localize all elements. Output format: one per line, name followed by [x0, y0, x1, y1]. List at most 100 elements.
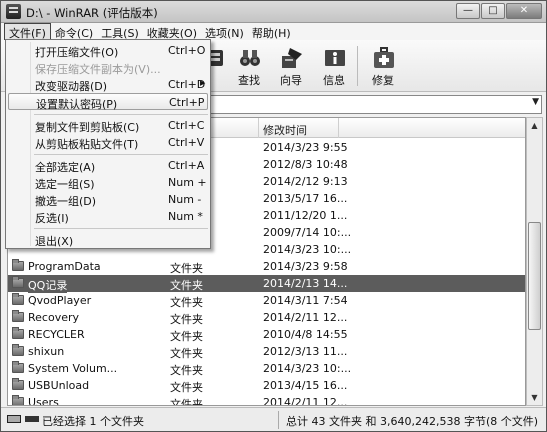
menu-item-select-group[interactable]: 选定一组(S) Num + [8, 174, 208, 191]
row-modified: 2014/3/23 9:58 [263, 260, 348, 273]
folder-icon [12, 344, 24, 356]
winrar-window: D:\ - WinRAR (评估版本) — □ ✕ 文件(F) 命令(C) 工具… [0, 0, 547, 432]
menu-item-open-archive[interactable]: 打开压缩文件(O) Ctrl+O [8, 42, 208, 59]
minimize-button[interactable]: — [456, 3, 480, 19]
table-row[interactable]: ProgramData 文件夹 2014/3/23 9:58 [8, 258, 525, 275]
table-row[interactable]: RECYCLER 文件夹 2010/4/8 14:55 [8, 326, 525, 343]
menu-commands[interactable]: 命令(C) [51, 23, 97, 40]
column-divider[interactable] [258, 118, 259, 138]
table-row[interactable]: QQ记录 文件夹 2014/2/13 14... [8, 275, 525, 293]
row-modified: 2014/2/11 12... [263, 311, 348, 324]
menu-options[interactable]: 选项(N) [201, 23, 248, 40]
toolbar-find-label: 查找 [238, 74, 260, 87]
row-type: 文件夹 [170, 296, 203, 309]
row-name: Recovery [28, 311, 80, 324]
folder-icon [12, 310, 24, 322]
toolbar-find-button[interactable]: 查找 [227, 40, 271, 92]
row-type: 文件夹 [170, 279, 203, 292]
key-icon[interactable] [25, 416, 39, 422]
row-type: 文件夹 [170, 262, 203, 275]
toolbar-wizard-label: 向导 [280, 74, 302, 87]
row-modified: 2009/7/14 10:... [263, 226, 352, 239]
menu-item-label: 改变驱动器(D) [35, 80, 108, 93]
row-name: RECYCLER [28, 328, 85, 341]
table-row[interactable]: shixun 文件夹 2012/3/13 11... [8, 343, 525, 360]
menu-item-label: 保存压缩文件副本为(V)... [35, 63, 161, 76]
table-row[interactable]: QvodPlayer 文件夹 2014/3/11 7:54 [8, 292, 525, 309]
menu-bar: 文件(F) 命令(C) 工具(S) 收藏夹(O) 选项(N) 帮助(H) [1, 23, 546, 40]
row-modified: 2010/4/8 14:55 [263, 328, 348, 341]
folder-icon [12, 276, 24, 288]
folder-icon [12, 361, 24, 373]
menu-item-label: 撤选一组(D) [35, 195, 97, 208]
row-modified: 2014/2/12 9:13 [263, 175, 348, 188]
table-row[interactable]: Users 文件夹 2014/2/11 12... [8, 394, 525, 405]
repair-kit-icon [374, 47, 394, 68]
menu-item-label: 设置默认密码(P) [36, 98, 118, 111]
row-name: shixun [28, 345, 65, 358]
chevron-down-icon[interactable]: ▼ [532, 97, 539, 107]
folder-icon [12, 378, 24, 390]
row-modified: 2013/4/15 16... [263, 379, 348, 392]
find-binoculars-icon [240, 50, 260, 66]
menu-favorites[interactable]: 收藏夹(O) [143, 23, 201, 40]
menu-item-shortcut: Num * [168, 210, 203, 223]
menu-help[interactable]: 帮助(H) [248, 23, 295, 40]
menu-item-invert-selection[interactable]: 反选(I) Num * [8, 208, 208, 225]
table-row[interactable]: USBUnload 文件夹 2013/4/15 16... [8, 377, 525, 394]
file-menu-dropdown: 打开压缩文件(O) Ctrl+O 保存压缩文件副本为(V)... 改变驱动器(D… [5, 39, 211, 249]
window-title: D:\ - WinRAR (评估版本) [26, 6, 158, 20]
row-modified: 2013/5/17 16... [263, 192, 348, 205]
submenu-arrow-icon: ▶ [200, 79, 206, 87]
menu-item-label: 选定一组(S) [35, 178, 95, 191]
menu-item-copy-to-clipboard[interactable]: 复制文件到剪贴板(C) Ctrl+C [8, 117, 208, 134]
menu-item-shortcut: Ctrl+V [168, 136, 205, 149]
vertical-scrollbar[interactable]: ▲ ▼ [526, 117, 543, 406]
menu-item-change-drive[interactable]: 改变驱动器(D) Ctrl+D ▶ [8, 76, 208, 93]
folder-icon [12, 395, 24, 405]
menu-item-label: 反选(I) [35, 212, 69, 225]
toolbar-repair-button[interactable]: 修复 [361, 40, 405, 92]
scroll-up-icon[interactable]: ▲ [527, 118, 542, 133]
toolbar-wizard-button[interactable]: 向导 [269, 40, 313, 92]
menu-item-exit[interactable]: 退出(X) [8, 231, 208, 248]
drive-icon[interactable] [7, 415, 21, 423]
row-name: System Volum... [28, 362, 118, 375]
wizard-icon [282, 48, 302, 68]
row-name: ProgramData [28, 260, 101, 273]
folder-icon [12, 327, 24, 339]
menu-item-label: 从剪贴板粘贴文件(T) [35, 138, 139, 151]
row-type: 文件夹 [170, 313, 203, 326]
scrollbar-thumb[interactable] [528, 222, 541, 330]
scroll-down-icon[interactable]: ▼ [527, 390, 542, 405]
menu-item-paste-from-clipboard[interactable]: 从剪贴板粘贴文件(T) Ctrl+V [8, 134, 208, 151]
menu-item-set-default-password[interactable]: 设置默认密码(P) Ctrl+P [8, 93, 208, 111]
menu-separator [34, 228, 208, 229]
menu-tools[interactable]: 工具(S) [97, 23, 143, 40]
column-divider[interactable] [338, 118, 339, 138]
status-total-text: 总计 43 文件夹 和 3,640,242,538 字节(8 个文件) [286, 415, 539, 428]
status-bar: 已经选择 1 个文件夹 总计 43 文件夹 和 3,640,242,538 字节… [1, 407, 546, 431]
menu-item-shortcut: Ctrl+O [168, 44, 206, 57]
winrar-app-icon[interactable] [6, 4, 21, 19]
row-modified: 2014/3/23 10:... [263, 243, 352, 256]
row-type: 文件夹 [170, 347, 203, 360]
toolbar-info-button[interactable]: 信息 [312, 40, 356, 92]
row-type: 文件夹 [170, 381, 203, 394]
window-controls: — □ ✕ [456, 3, 542, 19]
title-bar[interactable]: D:\ - WinRAR (评估版本) — □ ✕ [1, 1, 546, 23]
close-button[interactable]: ✕ [506, 3, 542, 19]
menu-item-label: 全部选定(A) [35, 161, 96, 174]
table-row[interactable]: Recovery 文件夹 2014/2/11 12... [8, 309, 525, 326]
status-icons [7, 415, 39, 425]
row-modified: 2011/12/20 1... [263, 209, 348, 222]
info-icon [325, 50, 345, 66]
column-header-modified[interactable]: 修改时间 [263, 122, 307, 138]
menu-file[interactable]: 文件(F) [4, 23, 51, 40]
table-row[interactable]: System Volum... 文件夹 2014/3/23 10:... [8, 360, 525, 377]
menu-item-shortcut: Num - [168, 193, 202, 206]
menu-item-deselect-group[interactable]: 撤选一组(D) Num - [8, 191, 208, 208]
row-type: 文件夹 [170, 364, 203, 377]
maximize-button[interactable]: □ [481, 3, 505, 19]
menu-item-select-all[interactable]: 全部选定(A) Ctrl+A [8, 157, 208, 174]
